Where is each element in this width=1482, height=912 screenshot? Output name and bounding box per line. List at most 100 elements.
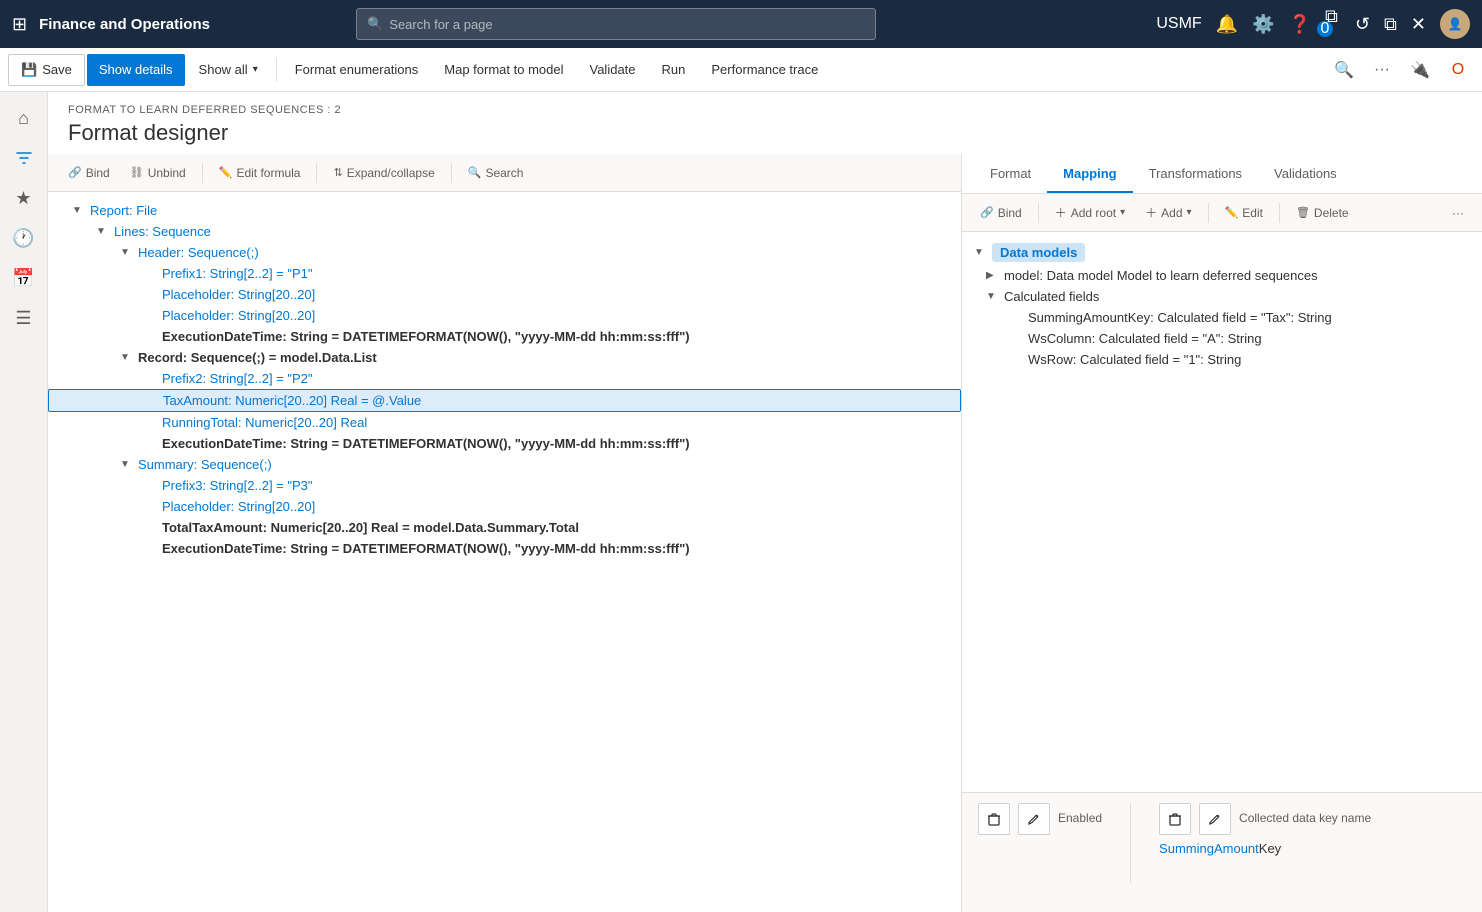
delete-icon: 🗑 bbox=[1296, 206, 1310, 219]
tree-item-placeholder2[interactable]: Placeholder: String[20..20] bbox=[48, 305, 961, 326]
enabled-delete-button[interactable] bbox=[978, 803, 1010, 835]
format-enumerations-button[interactable]: Format enumerations bbox=[283, 54, 431, 86]
enabled-section: Enabled bbox=[978, 803, 1102, 902]
main-toolbar: 💾 Save Show details Show all ▾ Format en… bbox=[0, 48, 1482, 92]
toolbar-right-icons: 🔍 ··· 🔌 O bbox=[1328, 54, 1474, 86]
performance-trace-button[interactable]: Performance trace bbox=[699, 54, 830, 86]
enabled-edit-button[interactable] bbox=[1018, 803, 1050, 835]
delete-button[interactable]: 🗑 Delete bbox=[1288, 199, 1357, 227]
add-root-chevron: ▾ bbox=[1120, 207, 1125, 218]
external-link-icon[interactable]: ⧉ bbox=[1384, 14, 1397, 35]
tree-item-totaltaxamount[interactable]: TotalTaxAmount: Numeric[20..20] Real = m… bbox=[48, 517, 961, 538]
grid-icon[interactable]: ⊞ bbox=[12, 14, 27, 35]
validate-button[interactable]: Validate bbox=[578, 54, 648, 86]
map-item-ws-column[interactable]: WsColumn: Calculated field = "A": String bbox=[962, 328, 1482, 349]
map-item-ws-row[interactable]: WsRow: Calculated field = "1": String bbox=[962, 349, 1482, 370]
show-all-button[interactable]: Show all ▾ bbox=[187, 54, 270, 86]
map-item-model[interactable]: ▶ model: Data model Model to learn defer… bbox=[962, 265, 1482, 286]
tree-item-placeholder1[interactable]: Placeholder: String[20..20] bbox=[48, 284, 961, 305]
bottom-divider bbox=[1130, 803, 1131, 883]
search-button[interactable]: 🔍 Search bbox=[460, 159, 532, 187]
tree-item-report[interactable]: ▼ Report: File bbox=[48, 200, 961, 221]
tab-transformations[interactable]: Transformations bbox=[1133, 155, 1258, 193]
collected-key-edit-button[interactable] bbox=[1199, 803, 1231, 835]
map-bind-button[interactable]: 🔗 Bind bbox=[972, 199, 1030, 227]
tab-mapping[interactable]: Mapping bbox=[1047, 155, 1132, 193]
map-format-to-model-button[interactable]: Map format to model bbox=[432, 54, 575, 86]
tree-item-execdt-summary[interactable]: ExecutionDateTime: String = DATETIMEFORM… bbox=[48, 538, 961, 559]
link-icon: 🔗 bbox=[68, 166, 82, 179]
add-root-button[interactable]: ＋ Add root ▾ bbox=[1047, 199, 1133, 227]
data-models-label: Data models bbox=[992, 243, 1085, 262]
map-item-datamodels[interactable]: ▼ Data models bbox=[962, 240, 1482, 265]
tree-item-runningtotal[interactable]: RunningTotal: Numeric[20..20] Real bbox=[48, 412, 961, 433]
page-title: Format designer bbox=[68, 120, 1462, 146]
refresh-icon[interactable]: ↺ bbox=[1355, 14, 1370, 35]
unlink-icon: ⛓ bbox=[130, 166, 144, 179]
tree-item-summary[interactable]: ▼ Summary: Sequence(;) bbox=[48, 454, 961, 475]
map-item-summing-amount-key[interactable]: SummingAmountKey: Calculated field = "Ta… bbox=[962, 307, 1482, 328]
notification-icon[interactable]: 🔔 bbox=[1216, 14, 1238, 35]
sidebar-icon-home[interactable]: ⌂ bbox=[6, 100, 42, 136]
tree-triangle-summary: ▼ bbox=[120, 459, 134, 470]
fmt-separator-2 bbox=[316, 163, 317, 183]
edit-map-icon: ✏️ bbox=[1225, 206, 1239, 219]
close-icon[interactable]: ✕ bbox=[1411, 14, 1426, 35]
mapping-toolbar: 🔗 Bind ＋ Add root ▾ ＋ Add ▾ bbox=[962, 194, 1482, 232]
unbind-button[interactable]: ⛓ Unbind bbox=[122, 159, 194, 187]
page-search[interactable]: 🔍 bbox=[356, 8, 876, 40]
toolbar-separator bbox=[276, 58, 277, 82]
search-format-icon: 🔍 bbox=[468, 166, 482, 179]
map-triangle-calc-fields: ▼ bbox=[986, 291, 1000, 302]
tree-triangle-header: ▼ bbox=[120, 247, 134, 258]
edit-formula-button[interactable]: ✏️ Edit formula bbox=[211, 159, 309, 187]
collected-key-delete-button[interactable] bbox=[1159, 803, 1191, 835]
more-mapping-button[interactable]: ··· bbox=[1444, 199, 1472, 227]
tree-item-lines[interactable]: ▼ Lines: Sequence bbox=[48, 221, 961, 242]
bind-button[interactable]: 🔗 Bind bbox=[60, 159, 118, 187]
save-icon: 💾 bbox=[21, 62, 37, 78]
tab-format[interactable]: Format bbox=[974, 155, 1047, 193]
more-options-button[interactable]: ··· bbox=[1366, 54, 1398, 86]
help-icon[interactable]: ❓ bbox=[1289, 14, 1311, 35]
tree-item-execdt-record[interactable]: ExecutionDateTime: String = DATETIMEFORM… bbox=[48, 433, 961, 454]
sidebar-icon-filter[interactable] bbox=[6, 140, 42, 176]
map-item-calculated-fields[interactable]: ▼ Calculated fields bbox=[962, 286, 1482, 307]
tree-item-prefix3[interactable]: Prefix3: String[2..2] = "P3" bbox=[48, 475, 961, 496]
sidebar-icon-favorites[interactable]: ★ bbox=[6, 180, 42, 216]
sidebar-icon-recent[interactable]: 🕐 bbox=[6, 220, 42, 256]
search-icon-button[interactable]: 🔍 bbox=[1328, 54, 1360, 86]
settings-icon[interactable]: ⚙️ bbox=[1252, 14, 1274, 35]
enabled-label: Enabled bbox=[1058, 811, 1102, 825]
tree-item-taxamount[interactable]: TaxAmount: Numeric[20..20] Real = @.Valu… bbox=[48, 389, 961, 412]
sidebar-icon-list[interactable]: ☰ bbox=[6, 300, 42, 336]
tab-validations[interactable]: Validations bbox=[1258, 155, 1353, 193]
office-icon-button[interactable]: O bbox=[1442, 54, 1474, 86]
search-icon: 🔍 bbox=[367, 16, 383, 32]
fmt-separator-1 bbox=[202, 163, 203, 183]
expand-collapse-button[interactable]: ⇅ Expand/collapse bbox=[325, 159, 442, 187]
top-nav: ⊞ Finance and Operations 🔍 USMF 🔔 ⚙️ ❓ ⧉… bbox=[0, 0, 1482, 48]
tree-item-prefix1[interactable]: Prefix1: String[2..2] = "P1" bbox=[48, 263, 961, 284]
add-icon: ＋ bbox=[1145, 204, 1157, 221]
key-text: Key bbox=[1259, 841, 1281, 856]
tree-item-record[interactable]: ▼ Record: Sequence(;) = model.Data.List bbox=[48, 347, 961, 368]
sidebar-icon-calendar[interactable]: 📅 bbox=[6, 260, 42, 296]
chevron-down-icon: ▾ bbox=[253, 64, 258, 75]
tree-item-execdt-header[interactable]: ExecutionDateTime: String = DATETIMEFORM… bbox=[48, 326, 961, 347]
add-button[interactable]: ＋ Add ▾ bbox=[1137, 199, 1199, 227]
show-details-button[interactable]: Show details bbox=[87, 54, 185, 86]
run-button[interactable]: Run bbox=[650, 54, 698, 86]
org-label: USMF bbox=[1156, 15, 1201, 33]
tree-item-header[interactable]: ▼ Header: Sequence(;) bbox=[48, 242, 961, 263]
tree-item-prefix2[interactable]: Prefix2: String[2..2] = "P2" bbox=[48, 368, 961, 389]
plugin-icon-button[interactable]: 🔌 bbox=[1404, 54, 1436, 86]
page-search-input[interactable] bbox=[389, 17, 865, 32]
tree-item-placeholder3[interactable]: Placeholder: String[20..20] bbox=[48, 496, 961, 517]
left-sidebar: ⌂ ★ 🕐 📅 ☰ bbox=[0, 92, 48, 912]
edit-button[interactable]: ✏️ Edit bbox=[1217, 199, 1271, 227]
save-button[interactable]: 💾 Save bbox=[8, 54, 85, 86]
avatar[interactable]: 👤 bbox=[1440, 9, 1470, 39]
expand-icon: ⇅ bbox=[333, 166, 342, 179]
summing-highlight: Summing bbox=[1159, 841, 1214, 856]
